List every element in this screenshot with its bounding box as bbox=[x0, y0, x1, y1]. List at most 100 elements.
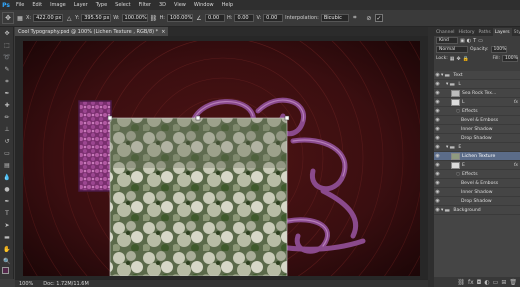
brush-tool-icon[interactable]: ✏ bbox=[1, 112, 13, 123]
interpolation-select[interactable]: Bicubic bbox=[320, 14, 349, 22]
path-select-tool-icon[interactable]: ➤ bbox=[1, 220, 13, 231]
layer-effect-row[interactable]: ◉ Bevel & Emboss bbox=[434, 116, 520, 125]
history-brush-tool-icon[interactable]: ↺ bbox=[1, 136, 13, 147]
new-layer-icon[interactable]: ⊞ bbox=[501, 279, 506, 286]
angle-field[interactable]: 0.00 bbox=[205, 14, 225, 22]
commit-check-icon[interactable]: ✓ bbox=[374, 14, 383, 22]
filter-adjust-icon[interactable]: ◐ bbox=[467, 38, 471, 44]
fx-icon[interactable]: fx bbox=[468, 279, 474, 286]
expand-chevron-icon[interactable]: ▾ bbox=[446, 82, 448, 87]
menu-layer[interactable]: Layer bbox=[70, 2, 92, 8]
zoom-level[interactable]: 100% bbox=[19, 281, 33, 287]
v-skew-field[interactable]: 0.00 bbox=[263, 14, 284, 22]
layer-group-row[interactable]: ◉ ▾ ▬ Text bbox=[434, 71, 520, 80]
y-field[interactable]: 395.50 px bbox=[81, 14, 112, 22]
link-icon[interactable]: ⛓ bbox=[457, 279, 465, 286]
move-tool-icon[interactable]: ✥ bbox=[1, 28, 13, 39]
visibility-eye-icon[interactable]: ◉ bbox=[434, 171, 441, 177]
h-skew-field[interactable]: 0.00 bbox=[234, 14, 255, 22]
menu-type[interactable]: Type bbox=[92, 2, 111, 8]
adjustment-icon[interactable]: ◐ bbox=[484, 279, 489, 286]
visibility-eye-icon[interactable]: ◉ bbox=[434, 90, 441, 96]
dodge-tool-icon[interactable]: ● bbox=[1, 184, 13, 195]
clone-stamp-tool-icon[interactable]: ⊥ bbox=[1, 124, 13, 135]
fill-field[interactable]: 100% bbox=[502, 55, 518, 62]
blur-tool-icon[interactable]: 💧 bbox=[1, 172, 13, 183]
mask-icon[interactable]: ◘ bbox=[477, 279, 482, 286]
lasso-tool-icon[interactable]: ➰ bbox=[1, 52, 13, 63]
opacity-field[interactable]: 100% bbox=[490, 46, 507, 53]
gradient-tool-icon[interactable]: ▤ bbox=[1, 160, 13, 171]
menu-filter[interactable]: Filter bbox=[135, 2, 155, 8]
foreground-color-swatch[interactable] bbox=[2, 267, 9, 274]
visibility-eye-icon[interactable]: ◉ bbox=[434, 81, 441, 87]
menu-select[interactable]: Select bbox=[111, 2, 134, 8]
kind-filter-select[interactable]: Kind bbox=[436, 37, 458, 44]
eyedropper-tool-icon[interactable]: ✒ bbox=[1, 88, 13, 99]
layer-fx-icon[interactable]: fx bbox=[514, 163, 518, 168]
menu-3d[interactable]: 3D bbox=[155, 2, 170, 8]
layer-effect-row[interactable]: ◉ Drop Shadow bbox=[434, 134, 520, 143]
visibility-eye-icon[interactable]: ◉ bbox=[434, 108, 441, 114]
visibility-eye-icon[interactable]: ◉ bbox=[434, 144, 441, 150]
visibility-eye-icon[interactable]: ◉ bbox=[434, 135, 441, 141]
x-field[interactable]: 422.00 px bbox=[33, 14, 64, 22]
menu-view[interactable]: View bbox=[170, 2, 190, 8]
filter-pixel-icon[interactable]: ▣ bbox=[460, 38, 465, 44]
visibility-eye-icon[interactable]: ◉ bbox=[434, 162, 441, 168]
layer-group-row[interactable]: ◉ ▾ ▬ L bbox=[434, 80, 520, 89]
visibility-eye-icon[interactable]: ◉ bbox=[434, 198, 441, 204]
layer-effect-row[interactable]: ◉ Drop Shadow bbox=[434, 197, 520, 206]
expand-chevron-icon[interactable]: ▾ bbox=[441, 73, 443, 78]
pen-tool-icon[interactable]: ✒ bbox=[1, 196, 13, 207]
trash-icon[interactable]: 🗑 bbox=[509, 279, 517, 286]
layer-row[interactable]: ◉ Sea Rock Tex... bbox=[434, 89, 520, 98]
visibility-eye-icon[interactable]: ◉ bbox=[434, 153, 441, 159]
visibility-eye-icon[interactable]: ◉ bbox=[434, 72, 441, 78]
layer-effect-row[interactable]: ◉ ◌ Effects bbox=[434, 170, 520, 179]
layer-row[interactable]: ◉ Lichen Texture bbox=[434, 152, 520, 161]
tab-paths[interactable]: Paths bbox=[477, 28, 493, 36]
height-field[interactable]: 100.00% bbox=[167, 14, 193, 22]
layer-fx-icon[interactable]: fx bbox=[514, 100, 518, 105]
close-tab-icon[interactable]: × bbox=[161, 29, 165, 35]
layer-group-row[interactable]: ◉ ▾ ▬ Background bbox=[434, 206, 520, 215]
marquee-tool-icon[interactable]: ⬚ bbox=[1, 40, 13, 51]
hand-tool-icon[interactable]: ✋ bbox=[1, 244, 13, 255]
quick-select-tool-icon[interactable]: ✎ bbox=[1, 64, 13, 75]
shape-tool-icon[interactable]: ▬ bbox=[1, 232, 13, 243]
visibility-eye-icon[interactable]: ◉ bbox=[434, 207, 441, 213]
layer-row[interactable]: ◉ Lfx bbox=[434, 98, 520, 107]
link-aspect-icon[interactable]: ⛓ bbox=[150, 14, 158, 22]
expand-chevron-icon[interactable]: ▾ bbox=[446, 145, 448, 150]
warp-mode-icon[interactable]: ⌗ bbox=[351, 14, 359, 22]
reference-point-icon[interactable]: ▦ bbox=[16, 14, 24, 22]
blend-mode-select[interactable]: Normal bbox=[436, 46, 468, 53]
folder-icon[interactable]: ▭ bbox=[493, 279, 499, 286]
lock-pixels-icon[interactable]: ▦ bbox=[450, 56, 455, 62]
layer-effect-row[interactable]: ◉ Bevel & Emboss bbox=[434, 179, 520, 188]
crop-tool-icon[interactable]: ⌗ bbox=[1, 76, 13, 87]
visibility-eye-icon[interactable]: ◉ bbox=[434, 180, 441, 186]
layer-row[interactable]: ◉ Efx bbox=[434, 161, 520, 170]
filter-shape-icon[interactable]: ▭ bbox=[478, 38, 483, 44]
document-canvas[interactable] bbox=[23, 41, 420, 276]
layer-effect-row[interactable]: ◉ Inner Shadow bbox=[434, 125, 520, 134]
visibility-eye-icon[interactable]: ◉ bbox=[434, 117, 441, 123]
visibility-eye-icon[interactable]: ◉ bbox=[434, 189, 441, 195]
layer-effect-row[interactable]: ◉ ◌ Effects bbox=[434, 107, 520, 116]
menu-edit[interactable]: Edit bbox=[28, 2, 46, 8]
move-tool-preset-icon[interactable]: ✥ bbox=[2, 12, 14, 24]
zoom-tool-icon[interactable]: 🔍 bbox=[1, 256, 13, 267]
tab-history[interactable]: History bbox=[456, 28, 476, 36]
menu-file[interactable]: File bbox=[12, 2, 28, 8]
width-field[interactable]: 100.00% bbox=[121, 14, 148, 22]
visibility-eye-icon[interactable]: ◉ bbox=[434, 99, 441, 105]
lichen-texture-layer[interactable] bbox=[107, 115, 290, 276]
lock-position-icon[interactable]: ✥ bbox=[457, 56, 461, 62]
tab-styles[interactable]: Styles bbox=[512, 28, 520, 36]
document-size-info[interactable]: Doc: 1.72M/11.6M bbox=[43, 281, 89, 287]
delta-icon[interactable]: △ bbox=[65, 14, 73, 22]
expand-chevron-icon[interactable]: ▾ bbox=[441, 208, 443, 213]
tab-channel[interactable]: Channel bbox=[434, 28, 456, 36]
